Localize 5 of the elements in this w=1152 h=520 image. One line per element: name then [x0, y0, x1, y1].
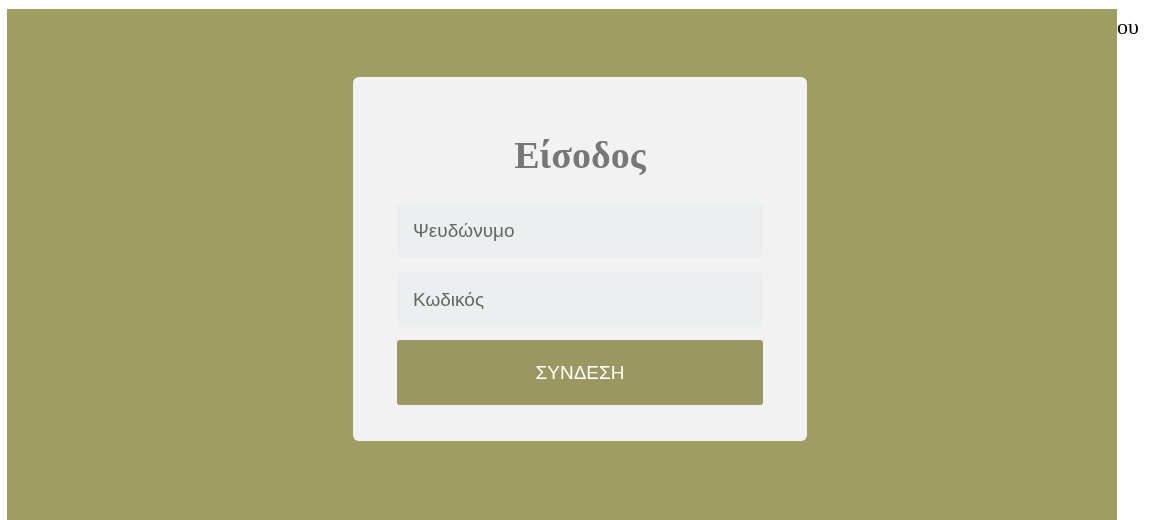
page-text: ου [1117, 14, 1139, 40]
login-button[interactable]: ΣΥΝΔΕΣΗ [397, 340, 763, 405]
password-field[interactable]: Κωδικός [397, 272, 763, 327]
login-title: Είσοδος [514, 133, 646, 177]
username-field[interactable]: Ψευδώνυμο [397, 203, 763, 258]
